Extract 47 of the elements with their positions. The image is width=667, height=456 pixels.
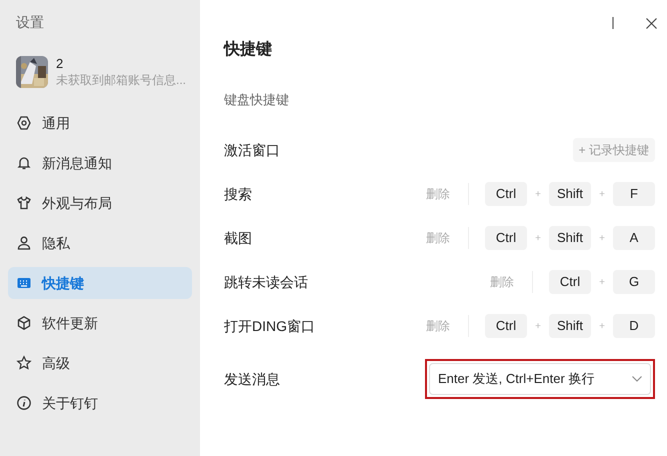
key-cap: Shift <box>549 226 591 250</box>
sidebar-item[interactable]: 新消息通知 <box>8 147 192 179</box>
plus-sign: + <box>598 320 606 334</box>
plus-sign: + <box>598 188 606 202</box>
bell-icon <box>16 155 32 171</box>
key-cap: Ctrl <box>549 270 591 294</box>
plus-sign: + <box>598 276 606 290</box>
plus-sign: + <box>598 232 606 246</box>
plus-sign: + <box>534 320 542 334</box>
key-cap: A <box>613 226 655 250</box>
close-icon[interactable] <box>646 18 657 28</box>
key-cap: G <box>613 270 655 294</box>
cube-icon <box>16 315 32 331</box>
hexagon-icon <box>16 115 32 131</box>
sidebar-item[interactable]: 外观与布局 <box>8 187 192 219</box>
key-cap: F <box>613 182 655 206</box>
key-cap: Ctrl <box>485 182 527 206</box>
sidebar-item[interactable]: 高级 <box>8 347 192 379</box>
key-cap: Ctrl <box>485 314 527 338</box>
shortcut-label: 搜索 <box>224 184 252 204</box>
shortcut-label: 发送消息 <box>224 370 280 388</box>
key-cap: Ctrl <box>485 226 527 250</box>
sidebar-item[interactable]: 隐私 <box>8 227 192 259</box>
sidebar-item[interactable]: 关于钉钉 <box>8 387 192 419</box>
plus-sign: + <box>534 188 542 202</box>
shirt-icon <box>16 195 32 211</box>
profile-subtitle: 未获取到邮箱账号信息... <box>56 72 186 88</box>
page-title: 快捷键 <box>224 40 273 60</box>
keyboard-icon <box>16 275 32 291</box>
sidebar-item[interactable]: 软件更新 <box>8 307 192 339</box>
key-cap: Shift <box>549 182 591 206</box>
star-icon <box>16 355 32 371</box>
section-label: 键盘快捷键 <box>224 91 290 109</box>
shortcut-label: 跳转未读会话 <box>224 272 308 292</box>
info-icon <box>16 395 32 411</box>
shortcut-label: 激活窗口 <box>224 140 280 160</box>
chevron-down-icon <box>632 376 642 382</box>
key-cap: Shift <box>549 314 591 338</box>
person-icon <box>16 235 32 251</box>
sidebar-item[interactable]: 通用 <box>8 107 192 139</box>
profile-name: 2 <box>56 56 64 72</box>
send-mode-dropdown[interactable]: Enter 发送, Ctrl+Enter 换行 <box>429 363 651 395</box>
shortcut-label: 打开DING窗口 <box>224 316 315 336</box>
plus-sign: + <box>534 232 542 246</box>
key-cap: D <box>613 314 655 338</box>
sidebar-title: 设置 <box>15 13 45 32</box>
shortcut-label: 截图 <box>224 228 252 248</box>
